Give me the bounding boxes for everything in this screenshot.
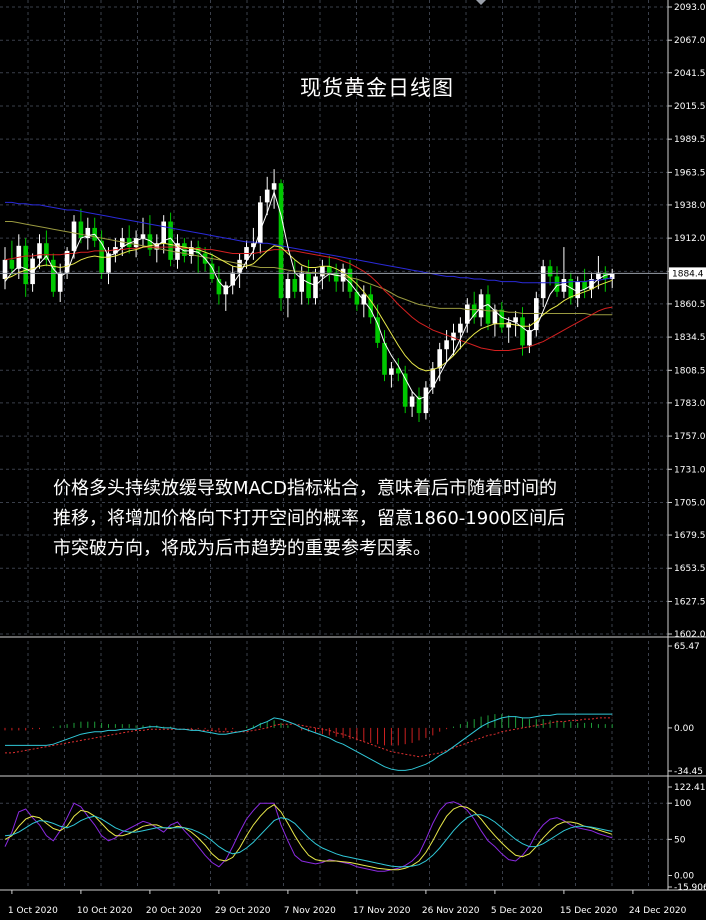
candle-body: [499, 309, 505, 328]
candle-body: [506, 322, 511, 328]
candle-body: [451, 332, 456, 341]
candle-body: [23, 245, 28, 285]
date-tick-label: 26 Nov 2020: [422, 906, 480, 916]
stochastic-line: [4, 814, 613, 868]
candle-body: [534, 298, 539, 331]
candle-body: [554, 276, 560, 292]
candle-body: [382, 342, 387, 375]
macd-grid: [27, 641, 649, 775]
date-tick-label: 24 Dec 2020: [629, 906, 687, 916]
macd-tick-label: -34.45: [674, 767, 703, 777]
stochastic-lines: [4, 801, 613, 872]
analysis-commentary: 价格多头持续放缓导致MACD指标粘合，意味着后市随着时间的推移，将增加价格向下打…: [53, 478, 566, 559]
price-tick-label: 2015.5: [674, 102, 706, 112]
candle-body: [389, 368, 394, 375]
price-tick-label: 1989.5: [674, 135, 706, 145]
date-tick-label: 1 Oct 2020: [8, 906, 58, 916]
candle-body: [347, 268, 353, 292]
stochastic-tick-label: 50: [674, 835, 686, 845]
date-tick-label: 7 Nov 2020: [284, 906, 336, 916]
candle-body: [333, 272, 339, 282]
candle-body: [133, 238, 139, 248]
price-tick-label: 1653.5: [674, 564, 706, 574]
candle-body: [547, 266, 553, 277]
price-tick-label: 1731.0: [674, 465, 706, 475]
candle-body: [423, 387, 429, 414]
price-tick-label: 2067.0: [674, 36, 706, 46]
price-tick-label: 1963.5: [674, 168, 706, 178]
macd-tick-label: 0.00: [674, 724, 694, 734]
price-tick-label: 1602.0: [674, 630, 706, 640]
macd-signal-line: [5, 717, 613, 758]
price-tick-label: 2093.0: [674, 3, 706, 13]
candle-body: [340, 268, 346, 282]
candle-body: [278, 183, 284, 299]
price-tick-label: 1912.0: [674, 234, 706, 244]
candle-body: [306, 272, 311, 299]
candle-body: [71, 221, 77, 251]
price-tick-label: 1757.0: [674, 432, 706, 442]
candle-body: [409, 396, 415, 407]
candle-body: [258, 202, 263, 244]
chart-canvas: 2093.0 2067.0 2041.5 2015.5 1989.5 1963.5 1938…: [0, 0, 706, 916]
macd-main-line: [5, 713, 613, 771]
date-tick-label: 5 Dec 2020: [491, 906, 543, 916]
candle-body: [264, 189, 270, 203]
candle-body: [37, 243, 42, 259]
stochastic-line: [4, 801, 613, 872]
stochastic-grid: [0, 781, 668, 889]
price-tick-label: 1860.5: [674, 300, 706, 310]
candle-body: [458, 323, 463, 333]
date-tick-label: 17 Nov 2020: [353, 906, 411, 916]
candle-body: [478, 294, 484, 318]
chart-title: 现货黄金日线图: [300, 76, 454, 100]
stochastic-tick-label: 100: [674, 799, 691, 809]
panel-borders: [0, 0, 706, 891]
main-price-axis: 2093.0 2067.0 2041.5 2015.5 1989.5 1963.5 1938…: [668, 3, 706, 640]
candle-body: [444, 340, 449, 350]
date-tick-label: 10 Oct 2020: [77, 906, 133, 916]
candle-body: [320, 266, 325, 277]
candle-body: [520, 317, 525, 346]
macd-histogram: [4, 714, 613, 746]
price-tick-label: 1938.0: [674, 201, 706, 211]
macd-lines: [5, 713, 613, 771]
price-tick-label: 2041.5: [674, 69, 706, 79]
date-tick-label: 29 Oct 2020: [215, 906, 271, 916]
candle-body: [2, 259, 8, 279]
price-tick-label: 1679.5: [674, 531, 706, 541]
candle-body: [292, 278, 298, 292]
price-tick-label: 1808.5: [674, 366, 706, 376]
candle-body: [285, 278, 291, 299]
stochastic-tick-label: -15.9062: [674, 883, 706, 893]
macd-axis: 65.47 0.00 -34.45: [668, 642, 703, 777]
candle-body: [540, 266, 546, 299]
candlestick-series: [2, 169, 615, 423]
price-tick-label: 1627.5: [674, 597, 706, 607]
candle-body: [51, 259, 56, 292]
date-axis: 1 Oct 2020 10 Oct 2020 20 Oct 2020 29 Oct 2…: [8, 890, 687, 916]
candle-body: [313, 276, 318, 299]
stochastic-tick-label: 122.415: [674, 783, 706, 793]
scroll-marker-icon: [476, 0, 486, 5]
candle-body: [485, 294, 491, 324]
candle-body: [575, 281, 580, 299]
candle-body: [140, 234, 146, 239]
candle-body: [9, 259, 15, 269]
stochastic-axis: 122.415 100 50 0.00-15.9062: [668, 783, 706, 893]
price-tick-label: 1783.0: [674, 399, 706, 409]
stochastic-tick-label: 0.00: [674, 872, 694, 882]
macd-tick-label: 65.47: [674, 642, 700, 652]
price-tick-label: 1834.5: [674, 333, 706, 343]
current-price-label: 1884.4: [672, 269, 704, 279]
candle-body: [271, 183, 277, 190]
date-tick-label: 20 Oct 2020: [146, 906, 202, 916]
price-tick-label: 1705.0: [674, 498, 706, 508]
candle-body: [78, 221, 84, 239]
candle-body: [299, 272, 304, 292]
date-tick-label: 15 Dec 2020: [560, 906, 618, 916]
